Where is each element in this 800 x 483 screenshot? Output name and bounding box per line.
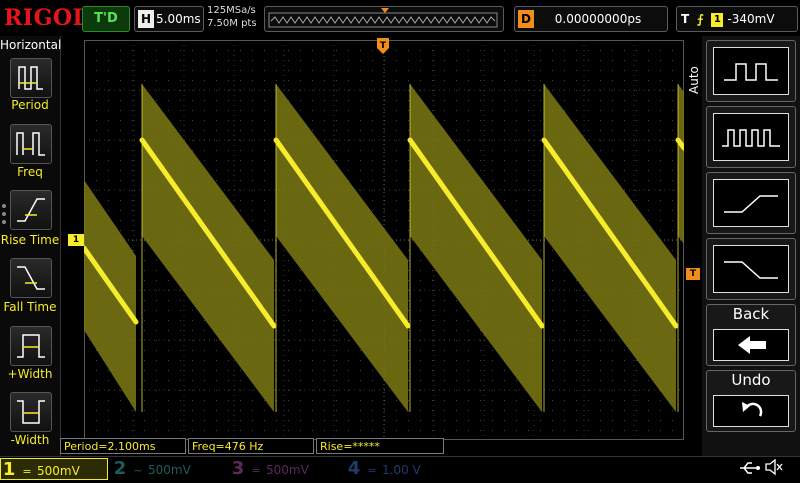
freq-label: Freq (17, 165, 43, 179)
ch3-status[interactable]: 3 = 500mV (230, 458, 344, 480)
negative-width-icon (17, 400, 45, 424)
fall-time-button[interactable] (10, 258, 52, 298)
delay-display[interactable]: D 0.00000000ps (514, 6, 668, 32)
pulse-wide-icon (724, 63, 778, 81)
auto-fall-edge-button[interactable] (706, 238, 796, 300)
undo-icon-frame (713, 395, 789, 427)
fall-time-icon (17, 266, 45, 290)
freq-button[interactable] (10, 124, 52, 164)
ch4-number: 4 (347, 458, 361, 479)
rigol-logo: RIGOL (4, 5, 89, 31)
rising-edge-icon: ⨍ (696, 12, 704, 26)
ch4-status[interactable]: 4 = 1.00 V (346, 458, 460, 480)
positive-width-button[interactable] (10, 326, 52, 366)
trigger-source-badge: 1 (711, 12, 724, 27)
freq-icon (16, 132, 45, 156)
rise-time-label: Rise Time (0, 233, 60, 247)
auto-single-pulse-button[interactable] (706, 40, 796, 102)
ch2-status[interactable]: 2 ~500mV (112, 458, 226, 480)
timebase-display[interactable]: H 5.00ms (134, 6, 204, 32)
rise-time-icon (17, 198, 45, 222)
undo-label: Undo (731, 371, 771, 389)
undo-arrow-icon (742, 402, 763, 417)
period-measurement: Period=2.100ms (60, 438, 186, 454)
waveform-display[interactable] (84, 40, 684, 440)
negative-width-label: -Width (10, 433, 50, 447)
ch1-scale: 500mV (37, 464, 80, 478)
fall-edge-frame (713, 245, 789, 293)
usb-icon (740, 462, 760, 474)
auto-multi-pulse-button[interactable] (706, 106, 796, 168)
delay-value: 0.00000000ps (554, 12, 642, 26)
ch3-coupling: = (251, 464, 261, 477)
back-label: Back (732, 305, 770, 323)
trigger-level-value: -340mV (727, 12, 775, 26)
multi-pulse-frame (713, 113, 789, 161)
trigger-settings-display[interactable]: T ⨍ 1 -340mV (676, 6, 798, 32)
negative-width-button[interactable] (10, 392, 52, 432)
falling-edge-icon (724, 261, 778, 279)
sample-rate-display: 125MSa/s 7.50M pts (207, 4, 263, 30)
single-pulse-frame (713, 47, 789, 95)
timebase-value: 5.00ms (156, 12, 201, 26)
back-icon-frame (713, 329, 789, 361)
positive-width-icon (17, 334, 45, 358)
period-label: Period (11, 98, 49, 112)
auto-rise-edge-button[interactable] (706, 172, 796, 234)
positive-width-label: +Width (7, 367, 53, 381)
svg-text:Auto: Auto (687, 66, 701, 94)
ch2-number: 2 (113, 458, 127, 479)
undo-button[interactable]: Undo (706, 370, 796, 432)
fall-time-label: Fall Time (3, 300, 57, 314)
ch1-number: 1 (2, 459, 16, 480)
ch2-coupling: ~ (133, 464, 143, 477)
trigger-position-marker[interactable]: T (377, 38, 389, 54)
measure-menu-title: Horizontal (0, 38, 62, 52)
rise-measurement: Rise=***** (316, 438, 444, 454)
period-icon (18, 66, 43, 90)
rise-time-button[interactable] (10, 190, 52, 230)
back-button[interactable]: Back (706, 304, 796, 366)
ch4-scale: 1.00 V (382, 463, 421, 477)
ch1-status[interactable]: 1 = 500mV (0, 458, 108, 480)
period-button[interactable] (10, 58, 52, 98)
freq-measurement: Freq=476 Hz (188, 438, 314, 454)
ch2-scale: 500mV (148, 463, 191, 477)
rise-edge-frame (713, 179, 789, 227)
trigger-position-label: T (380, 41, 387, 51)
pulse-narrow-icon (722, 129, 780, 147)
ch3-number: 3 (231, 458, 245, 479)
trigger-status-badge: T'D (82, 6, 130, 32)
rising-edge-icon (724, 195, 778, 213)
horizontal-key-label: H (138, 10, 154, 28)
menu-page-indicator (2, 204, 6, 228)
trigger-level-marker[interactable]: T (686, 268, 700, 280)
ch1-offset-marker[interactable]: 1 (68, 234, 84, 246)
ch4-coupling: = (367, 464, 377, 477)
memory-waveform-overview (268, 8, 498, 28)
ch3-scale: 500mV (266, 463, 309, 477)
delay-key-label: D (518, 10, 534, 28)
speaker-mute-icon[interactable] (764, 458, 784, 476)
trigger-key-label: T (681, 12, 690, 26)
sample-rate-value: 125MSa/s (207, 5, 256, 16)
back-arrow-icon (738, 336, 766, 354)
memory-overview-bar[interactable] (264, 6, 504, 32)
auto-menu-title: Auto (687, 66, 701, 94)
memory-depth-value: 7.50M pts (207, 18, 257, 29)
